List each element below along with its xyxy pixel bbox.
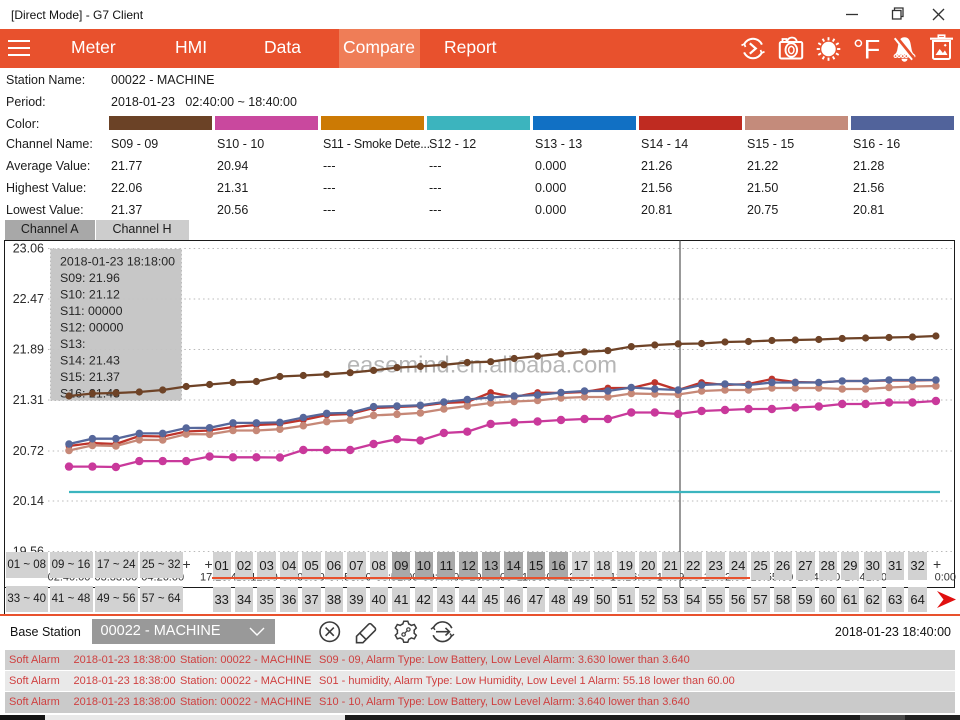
- svg-text:21.89: 21.89: [13, 343, 44, 357]
- svg-text:S09: 21.96: S09: 21.96: [60, 271, 120, 285]
- svg-text:easemind.en.alibaba.com: easemind.en.alibaba.com: [347, 352, 617, 378]
- svg-text:S15: 21.37: S15: 21.37: [60, 370, 120, 384]
- svg-text:S10: 21.12: S10: 21.12: [60, 287, 120, 301]
- svg-text:S11: 00000: S11: 00000: [60, 304, 123, 318]
- svg-text:22.47: 22.47: [13, 292, 44, 306]
- svg-text:S12: 00000: S12: 00000: [60, 321, 123, 335]
- svg-text:2018-01-23 18:18:00: 2018-01-23 18:18:00: [60, 254, 175, 268]
- svg-text:S14: 21.43: S14: 21.43: [60, 354, 120, 368]
- svg-text:0:00: 0:00: [935, 572, 956, 584]
- svg-text:20.72: 20.72: [13, 444, 44, 458]
- svg-text:20.14: 20.14: [13, 494, 44, 508]
- svg-text:23.06: 23.06: [13, 242, 44, 256]
- svg-text:21.31: 21.31: [13, 393, 44, 407]
- svg-text:S13:: S13:: [60, 337, 86, 351]
